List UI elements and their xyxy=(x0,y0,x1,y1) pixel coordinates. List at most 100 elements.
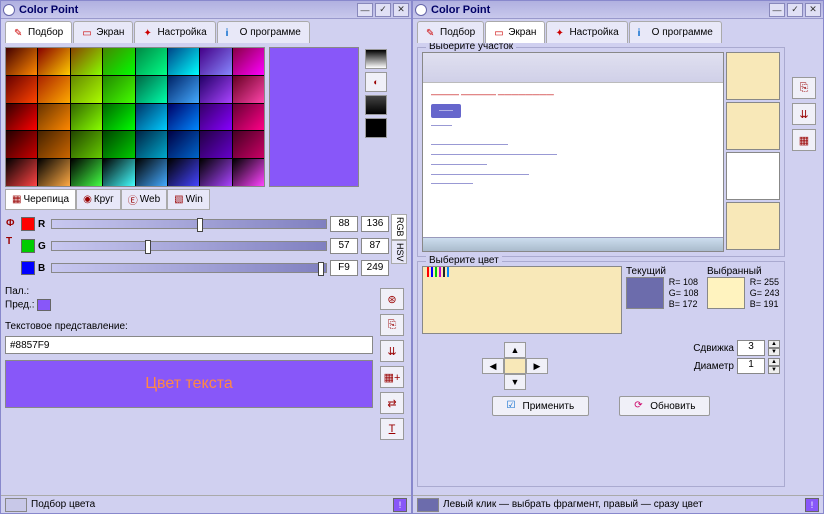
tab-pick[interactable]: ✎ Подбор xyxy=(5,21,72,43)
b-slider[interactable] xyxy=(51,263,327,273)
group-title: Выберите участок xyxy=(426,43,516,52)
check-icon: ☑ xyxy=(507,400,519,412)
status-info-icon[interactable]: ! xyxy=(805,498,819,512)
add-icon[interactable]: ▦+ xyxy=(380,366,404,388)
preview-toolbar: ◐ xyxy=(363,47,389,187)
swatch-icon[interactable] xyxy=(365,118,387,138)
ptab-label: Черепица xyxy=(23,194,69,205)
apply-button[interactable]: ☑Применить xyxy=(492,396,590,416)
tool-column: ⊛ ⎘ ⇊ ▦+ ⇄ T xyxy=(377,284,407,440)
tab-screen[interactable]: ▭ Экран xyxy=(73,21,133,43)
ptab-win[interactable]: ▧Win xyxy=(167,189,210,210)
nav-down[interactable]: ▼ xyxy=(504,374,526,390)
sel-r: R= 255 xyxy=(750,277,780,288)
minimize-button[interactable]: — xyxy=(357,3,373,17)
info-icon: i xyxy=(638,28,648,38)
hex-input[interactable] xyxy=(5,336,373,354)
prev-label: Пред.: xyxy=(5,300,34,311)
invert-icon[interactable]: ◐ xyxy=(365,72,387,92)
thumbnail-list[interactable] xyxy=(726,52,780,252)
monitor-icon: ▭ xyxy=(82,28,92,38)
tab-label: Настройка xyxy=(157,27,206,38)
nav-pad: ▲ ◀ ▶ ▼ xyxy=(482,342,548,390)
b-hex[interactable]: F9 xyxy=(330,260,358,276)
nav-right[interactable]: ▶ xyxy=(526,358,548,374)
r-slider[interactable] xyxy=(51,219,327,229)
tab-about[interactable]: iО программе xyxy=(629,21,722,43)
refresh-button[interactable]: ⟳Обновить xyxy=(619,396,710,416)
main-tabs: ✎Подбор ▭Экран ✦Настройка iО программе xyxy=(413,19,823,43)
palette-label: Пал.: xyxy=(5,286,373,297)
g-swatch xyxy=(21,239,35,253)
wand-icon: ✎ xyxy=(14,28,24,38)
diameter-label: Диаметр xyxy=(694,361,734,372)
gradient-vert-icon[interactable] xyxy=(365,49,387,69)
eyedrop-icon[interactable]: ⊛ xyxy=(380,288,404,310)
thumbnail[interactable] xyxy=(726,102,780,150)
g-dec[interactable]: 87 xyxy=(361,238,389,254)
shift-value[interactable]: 3 xyxy=(737,340,765,356)
ptab-circle[interactable]: ◉Круг xyxy=(76,189,121,210)
toggle-button[interactable]: ✓ xyxy=(375,3,391,17)
statusbar-right: Левый клик — выбрать фрагмент, правый — … xyxy=(413,495,823,513)
swap-icon[interactable]: ⇄ xyxy=(380,392,404,414)
thumbnail[interactable] xyxy=(726,202,780,250)
tab-settings[interactable]: ✦Настройка xyxy=(134,21,215,43)
thumbnail[interactable] xyxy=(726,152,780,200)
diameter-value[interactable]: 1 xyxy=(737,358,765,374)
g-hex[interactable]: 57 xyxy=(330,238,358,254)
spectrum-area[interactable] xyxy=(422,266,622,334)
window-title: Color Point xyxy=(431,4,767,16)
copy-icon[interactable]: ⎘ xyxy=(792,77,816,99)
close-button[interactable]: ✕ xyxy=(805,3,821,17)
g-label: G xyxy=(38,241,48,252)
nav-up[interactable]: ▲ xyxy=(504,342,526,358)
diam-up[interactable]: ▲ xyxy=(768,358,780,366)
paste-icon[interactable]: ⇊ xyxy=(792,103,816,125)
refresh-label: Обновить xyxy=(650,401,695,412)
thumbnail[interactable] xyxy=(726,52,780,100)
tab-label: Подбор xyxy=(28,27,63,38)
window-title: Color Point xyxy=(19,4,355,16)
diam-down[interactable]: ▼ xyxy=(768,366,780,374)
copy-icon[interactable]: ⎘ xyxy=(380,314,404,336)
ptab-web[interactable]: ⒺWeb xyxy=(121,189,167,210)
sel-b: B= 191 xyxy=(750,299,780,310)
window-right: Color Point — ✓ ✕ ✎Подбор ▭Экран ✦Настро… xyxy=(412,0,824,514)
screenshot-preview[interactable]: ———— ————— ———————— —— ——— ——————————— —… xyxy=(422,52,724,252)
capture-icon[interactable]: ▦ xyxy=(792,129,816,151)
gradient-dark-icon[interactable] xyxy=(365,95,387,115)
tab-settings[interactable]: ✦Настройка xyxy=(546,21,627,43)
ptab-label: Круг xyxy=(94,194,114,205)
tab-about[interactable]: iО программе xyxy=(217,21,310,43)
toggle-button[interactable]: ✓ xyxy=(787,3,803,17)
status-info-icon[interactable]: ! xyxy=(393,498,407,512)
textcolor-icon[interactable]: T xyxy=(380,418,404,440)
r-hex[interactable]: 88 xyxy=(330,216,358,232)
nav-left[interactable]: ◀ xyxy=(482,358,504,374)
tab-screen[interactable]: ▭Экран xyxy=(485,21,545,43)
tile-icon: ▦ xyxy=(12,194,21,205)
tab-label: Экран xyxy=(96,27,124,38)
win-icon: ▧ xyxy=(174,194,183,205)
mode-rgb[interactable]: RGB xyxy=(391,214,407,240)
ptab-tile[interactable]: ▦Черепица xyxy=(5,189,76,210)
color-preview xyxy=(269,47,359,187)
tab-label: Экран xyxy=(508,27,536,38)
shift-up[interactable]: ▲ xyxy=(768,340,780,348)
web-icon: Ⓔ xyxy=(128,192,138,207)
color-grid[interactable] xyxy=(5,47,265,187)
shift-down[interactable]: ▼ xyxy=(768,348,780,356)
mode-hsv[interactable]: HSV xyxy=(391,240,407,265)
sample-text: Цвет текста xyxy=(145,375,233,393)
tab-pick[interactable]: ✎Подбор xyxy=(417,21,484,43)
text-icon[interactable]: Т xyxy=(6,236,18,248)
paste-icon[interactable]: ⇊ xyxy=(380,340,404,362)
close-button[interactable]: ✕ xyxy=(393,3,409,17)
minimize-button[interactable]: — xyxy=(769,3,785,17)
foreground-icon[interactable]: Ф xyxy=(6,218,18,230)
r-dec[interactable]: 136 xyxy=(361,216,389,232)
g-slider[interactable] xyxy=(51,241,327,251)
right-tool-column: ⎘ ⇊ ▦ xyxy=(789,47,819,491)
b-dec[interactable]: 249 xyxy=(361,260,389,276)
